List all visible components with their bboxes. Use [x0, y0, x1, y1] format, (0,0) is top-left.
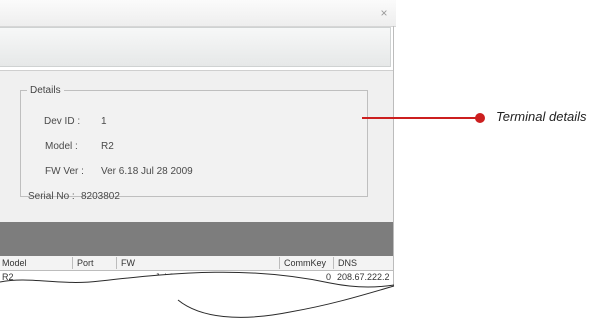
torn-edge-overlay [0, 271, 395, 320]
callout-line [362, 117, 480, 119]
callout-dot-icon [475, 113, 485, 123]
callout-label: Terminal details [496, 109, 587, 124]
